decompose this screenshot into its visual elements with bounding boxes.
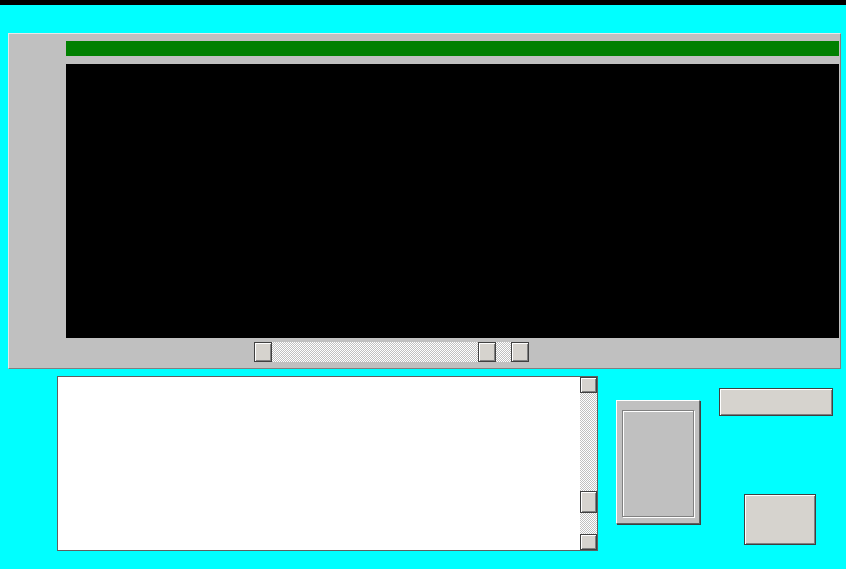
scroll-right-button[interactable] (511, 342, 529, 362)
table-vertical-scrollbar[interactable] (580, 377, 597, 550)
signal-graph-svg (66, 64, 839, 338)
load-tiounedata-button[interactable] (719, 388, 833, 416)
table-header-row (58, 377, 597, 394)
quit-button[interactable] (744, 494, 816, 545)
vertical-scroll-track[interactable] (580, 393, 597, 534)
time-window-groupbox (622, 410, 694, 517)
ts-strip (66, 41, 839, 56)
recorded-by-header (93, 9, 97, 26)
start-header (575, 9, 579, 26)
scroll-left-button[interactable] (254, 342, 272, 362)
graph-horizontal-scrollbar[interactable] (254, 342, 529, 362)
signal-graph (66, 64, 839, 338)
horizontal-scroll-thumb[interactable] (478, 342, 496, 362)
graph-panel (8, 33, 841, 369)
date-header (360, 9, 364, 26)
time-window-panel (616, 400, 700, 524)
scroll-up-button[interactable] (580, 377, 597, 393)
scroll-down-button[interactable] (580, 534, 597, 550)
vertical-scroll-thumb[interactable] (580, 491, 597, 513)
records-table (57, 376, 598, 551)
window-top-edge (0, 0, 846, 5)
horizontal-scroll-track[interactable] (272, 342, 511, 362)
